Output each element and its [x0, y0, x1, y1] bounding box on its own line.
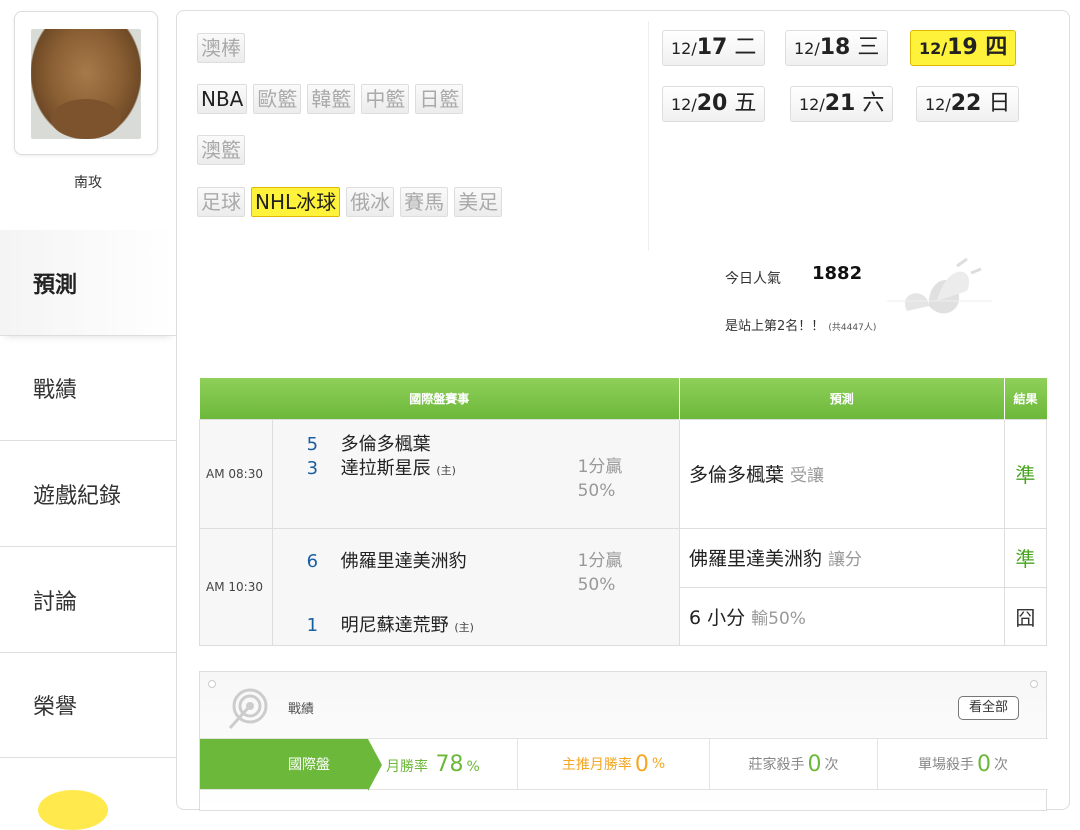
- record-tab-international[interactable]: 國際盤 月勝率 78%: [200, 739, 518, 791]
- away-team-line[interactable]: 6 佛羅里達美洲豹: [307, 547, 467, 573]
- nav-item-discussion[interactable]: 討論: [0, 547, 176, 653]
- username[interactable]: 南攻: [0, 172, 176, 192]
- game-time: AM 10:30: [199, 527, 273, 646]
- result-badge: 準: [1003, 527, 1048, 588]
- date-button-1217[interactable]: 12/17 二: [662, 30, 766, 66]
- sport-row-2: NBA 歐籃 韓籃 中籃 日籃: [197, 84, 469, 114]
- header-event: 國際盤賽事: [199, 378, 680, 419]
- corner-dot: [1030, 680, 1038, 688]
- site-logo-icon: [887, 257, 992, 314]
- sport-tag-nhl[interactable]: NHL冰球: [251, 187, 341, 217]
- popularity-value: 1882: [812, 263, 863, 284]
- sport-tag-horse-racing[interactable]: 賽馬: [400, 187, 449, 217]
- sidebar: 南攻 預測 戰績 遊戲紀錄 討論 榮譽: [0, 0, 176, 830]
- home-team-line[interactable]: 1 明尼蘇達荒野 (主): [307, 611, 474, 637]
- sport-tag-au-baseball[interactable]: 澳棒: [197, 33, 245, 63]
- sport-tag-nba[interactable]: NBA: [197, 84, 248, 114]
- rank-text: 是站上第2名！！ (共4447人): [725, 319, 877, 334]
- date-button-1220[interactable]: 12/20 五: [662, 86, 766, 122]
- divider: [648, 21, 649, 251]
- avatar-card[interactable]: [14, 11, 158, 155]
- nav-item-predict[interactable]: 預測: [0, 230, 176, 336]
- header-prediction: 預測: [679, 378, 1005, 419]
- corner-dot: [208, 680, 216, 688]
- record-box: 戰績 看全部 國際盤 月勝率 78% 主推月勝率 0% 莊家殺手 0次 單場殺手…: [199, 671, 1048, 811]
- sport-row-4: 足球 NHL冰球 俄冰 賽馬 美足: [197, 187, 508, 217]
- table-row: AM 10:30 6 佛羅里達美洲豹 1 明尼蘇達荒野 (主) 1分贏 50% 佛羅里…: [199, 527, 1048, 646]
- sport-tag-american-football[interactable]: 美足: [454, 187, 503, 217]
- target-icon: [228, 688, 268, 730]
- odds-text: 1分贏 50%: [577, 456, 623, 501]
- avatar[interactable]: [31, 29, 141, 139]
- dealer-killer: 莊家殺手 0次: [710, 739, 878, 789]
- nav-item-record[interactable]: 戰績: [0, 335, 176, 441]
- result-badge: 囧: [1003, 586, 1048, 646]
- date-button-1221[interactable]: 12/21 六: [790, 86, 894, 122]
- date-button-1222[interactable]: 12/22 日: [916, 86, 1020, 122]
- sport-tag-au-basketball[interactable]: 澳籃: [197, 135, 245, 165]
- game-time: AM 08:30: [199, 418, 273, 529]
- sport-tag-japan-basketball[interactable]: 日籃: [415, 84, 464, 114]
- main-push-winrate: 主推月勝率 0%: [518, 739, 710, 789]
- match-cell: 5 多倫多楓葉 3 達拉斯星辰 (主) 1分贏 50%: [271, 418, 680, 529]
- odds-text: 1分贏 50%: [577, 550, 623, 595]
- sport-tag-china-basketball[interactable]: 中籃: [361, 84, 410, 114]
- match-cell: 6 佛羅里達美洲豹 1 明尼蘇達荒野 (主) 1分贏 50%: [271, 527, 680, 646]
- header-result: 結果: [1004, 378, 1047, 419]
- table-row: AM 08:30 5 多倫多楓葉 3 達拉斯星辰 (主) 1分贏 50% 多倫多楓葉 …: [199, 418, 1048, 529]
- see-all-button[interactable]: 看全部: [958, 696, 1020, 720]
- record-stats-bar: 國際盤 月勝率 78% 主推月勝率 0% 莊家殺手 0次 單場殺手 0次: [200, 738, 1048, 791]
- date-button-1219[interactable]: 12/19 四: [910, 30, 1017, 66]
- nav-bubble-decoration: [38, 790, 108, 830]
- sport-row-1: 澳棒: [197, 33, 251, 63]
- prediction-cell: 佛羅里達美洲豹 讓分: [678, 527, 1005, 588]
- nav-item-game-log[interactable]: 遊戲紀錄: [0, 441, 176, 547]
- single-killer: 單場殺手 0次: [918, 751, 1008, 777]
- sport-row-3: 澳籃: [197, 135, 251, 165]
- popularity-label: 今日人氣: [725, 271, 781, 287]
- games-table: 國際盤賽事 預測 結果 AM 08:30 5 多倫多楓葉 3 達拉斯星辰 (主) 1…: [199, 378, 1048, 646]
- away-team-line[interactable]: 5 多倫多楓葉: [307, 430, 431, 456]
- sport-tag-soccer[interactable]: 足球: [197, 187, 245, 217]
- result-badge: 準: [1003, 418, 1048, 529]
- sport-tag-russia-hockey[interactable]: 俄冰: [346, 187, 395, 217]
- nav-item-honor[interactable]: 榮譽: [0, 652, 176, 758]
- prediction-cell: 多倫多楓葉 受讓: [678, 418, 1005, 529]
- prediction-cell: 6 小分 輸50%: [678, 586, 1005, 646]
- main-panel: 澳棒 NBA 歐籃 韓籃 中籃 日籃 澳籃 足球 NHL冰球 俄冰 賽馬 美足 12/17 二 …: [176, 10, 1070, 811]
- home-team-line[interactable]: 3 達拉斯星辰 (主): [307, 454, 456, 480]
- sport-tag-korea-basketball[interactable]: 韓籃: [307, 84, 356, 114]
- sport-tag-euro-basketball[interactable]: 歐籃: [253, 84, 302, 114]
- record-title: 戰績: [288, 702, 315, 717]
- date-button-1218[interactable]: 12/18 三: [785, 30, 889, 66]
